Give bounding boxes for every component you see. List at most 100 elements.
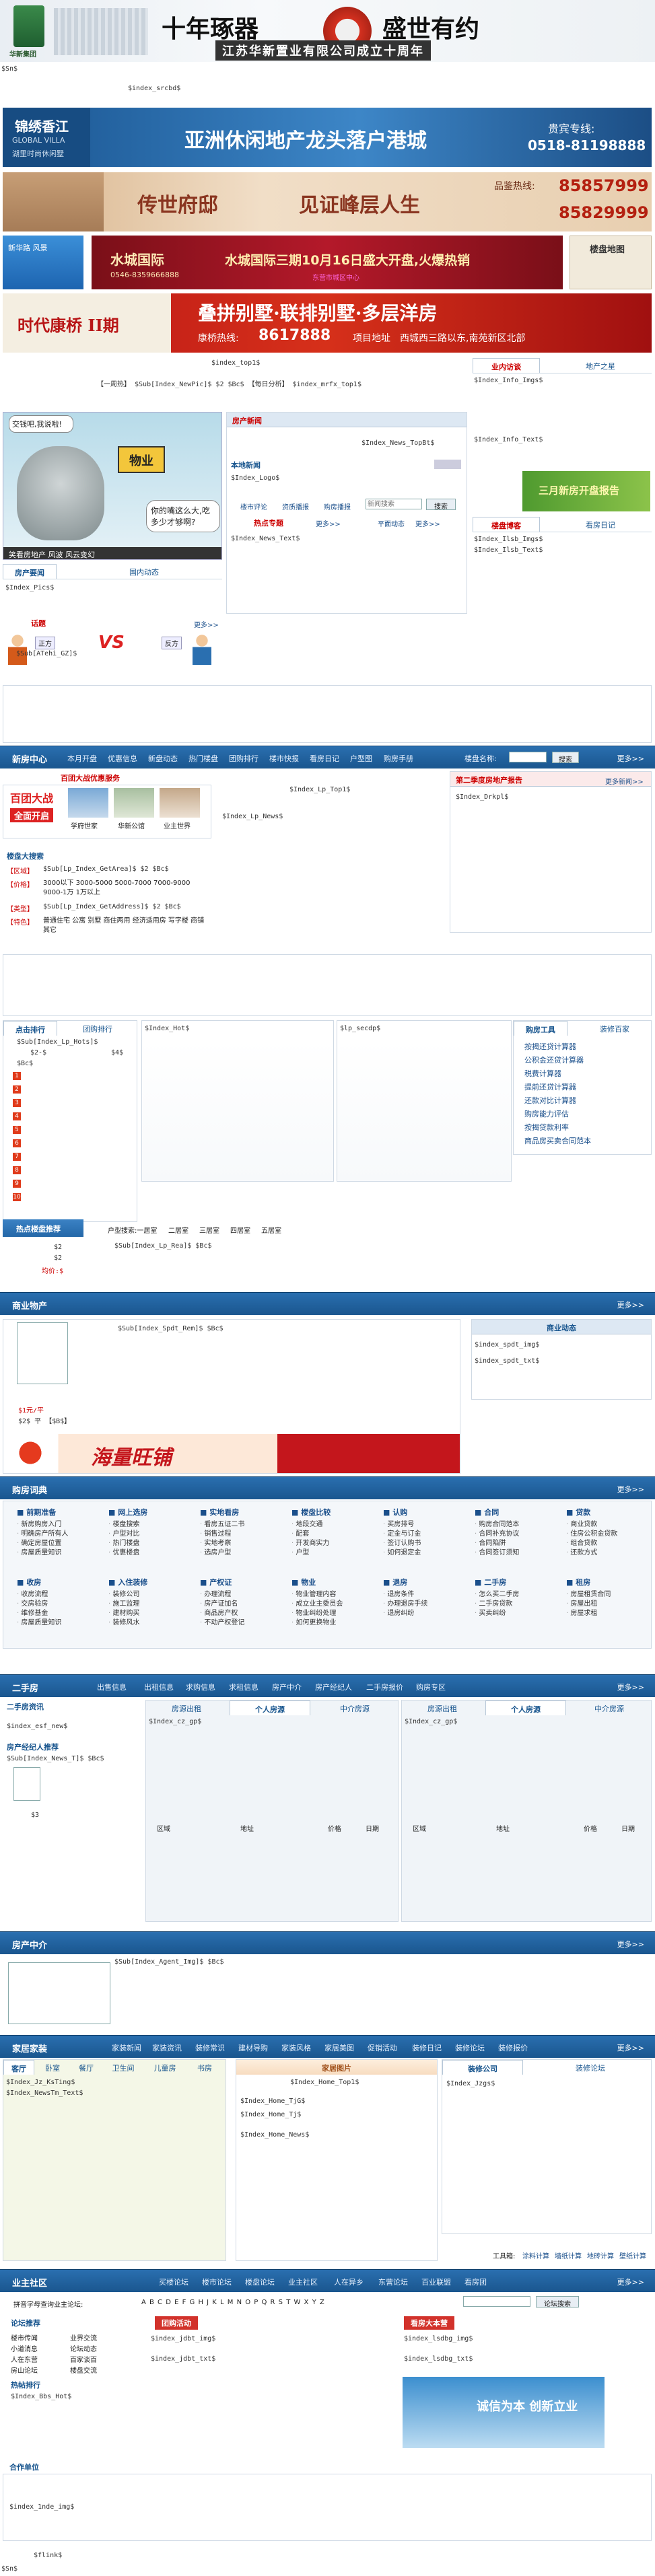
esf-nav-3[interactable]: 求租信息 [229,1682,258,1692]
xinfang-nav-1[interactable]: 优惠信息 [108,753,137,764]
cidian-item[interactable]: 办理流程 [200,1590,301,1600]
huati-more[interactable]: 更多>> [194,619,219,629]
home-tab-2[interactable]: 餐厅 [71,2060,102,2075]
cidian-item[interactable]: 地段交通 [291,1520,392,1530]
esf-tab-d[interactable]: 房源出租 [402,1701,483,1715]
cidian-item[interactable]: 房屋质量知识 [17,1548,118,1558]
esf-tab-c[interactable]: 中介房源 [314,1701,395,1715]
xinfang-search-input[interactable] [509,752,547,762]
tool-link[interactable]: 公积金还贷计算器 [524,1054,584,1065]
bbs-search-input[interactable] [463,2296,530,2307]
cidian-item[interactable]: 热门楼盘 [108,1539,209,1548]
xinfang-more[interactable]: 更多>> [617,753,644,764]
cidian-item[interactable]: 还款方式 [566,1548,655,1558]
esf-tab-b[interactable]: 个人房源 [230,1701,310,1715]
cidian-item[interactable]: 装修公司 [108,1590,209,1600]
cidian-item[interactable]: 新房购房入门 [17,1520,118,1530]
cidian-item[interactable]: 购房合同范本 [475,1520,576,1530]
bbs-item[interactable]: 楼盘交流 [70,2365,97,2375]
bbs-item[interactable]: 百家谈百 [70,2354,97,2364]
home-tool-1[interactable]: 墙纸计算 [555,2250,582,2260]
esf-nav-7[interactable]: 购房专区 [416,1682,446,1692]
cidian-item[interactable]: 配套 [291,1530,392,1539]
shop-banner[interactable]: 海量旺铺 [3,1434,460,1473]
bbs-nav-3[interactable]: 业主社区 [288,2277,318,2287]
cidian-item[interactable]: 住房公积金贷款 [566,1530,655,1539]
news-tab-1[interactable]: 资质播报 [282,501,309,511]
bbs-item[interactable]: 房山论坛 [11,2365,38,2375]
xinfang-nav-6[interactable]: 看房日记 [310,753,339,764]
shangye-more[interactable]: 更多>> [617,1299,644,1310]
cidian-item[interactable]: 二手房贷款 [475,1600,576,1609]
bbs-item[interactable]: 业界交流 [70,2332,97,2342]
xinfang-nav-7[interactable]: 户型图 [350,753,372,764]
home-tab-0[interactable]: 客厅 [3,2060,34,2075]
cidian-item[interactable]: 商业贷款 [566,1520,655,1530]
home-tab-1[interactable]: 卧室 [37,2060,68,2075]
tab-guonei[interactable]: 国内动态 [110,564,178,579]
cidian-item[interactable]: 户型对比 [108,1530,209,1539]
tab-tools[interactable]: 购房工具 [514,1021,567,1036]
cidian-item[interactable]: 交房验房 [17,1600,118,1609]
home-nav-1[interactable]: 家装资讯 [152,2042,182,2053]
cidian-item[interactable]: 开发商实力 [291,1539,392,1548]
bbs-letters[interactable]: A B C D E F G H J K L M N O P Q R S T W … [141,2299,325,2306]
cidian-item[interactable]: 建材购买 [108,1609,209,1618]
hot-topic-more[interactable]: 更多>> [316,518,341,528]
cidian-item[interactable]: 组合贷款 [566,1539,655,1548]
cidian-item[interactable]: 选房户型 [200,1548,301,1558]
cidian-item[interactable]: 合同陷阱 [475,1539,576,1548]
cidian-item[interactable]: 如何更换物业 [291,1618,392,1628]
cidian-item[interactable]: 商品房产权 [200,1609,301,1618]
news-search-input[interactable] [366,499,422,509]
bbs-item[interactable]: 楼市传闻 [11,2332,38,2342]
cidian-item[interactable]: 合同签订须知 [475,1548,576,1558]
lp-sel-2[interactable]: 三居室 [199,1225,219,1235]
cidian-item[interactable]: 楼盘搜索 [108,1520,209,1530]
home-nav-5[interactable]: 家居美图 [324,2042,354,2053]
tpl-getaddress[interactable]: $Sub[Lp_Index_GetAddress]$ $2 $Bc$ [43,903,181,910]
tab-group-rank[interactable]: 团购排行 [71,1021,125,1036]
cidian-item[interactable]: 房屋质量知识 [17,1618,118,1628]
tab-interview[interactable]: 业内访谈 [473,358,540,373]
esf-more[interactable]: 更多>> [617,1682,644,1692]
tab-diary[interactable]: 看房日记 [567,517,634,532]
bbs-nav-2[interactable]: 楼盘论坛 [245,2277,275,2287]
xinfang-nav-4[interactable]: 团购排行 [229,753,258,764]
cidian-item[interactable]: 看房五证二书 [200,1520,301,1530]
xf-row-feature-values[interactable]: 普通住宅 公寓 别墅 商住两用 经济适用房 写字楼 商铺 其它 [43,917,207,935]
xinfang-nav-2[interactable]: 新盘动态 [148,753,178,764]
tool-link[interactable]: 还款对比计算器 [524,1095,576,1106]
bbs-nav-7[interactable]: 看房团 [464,2277,487,2287]
cidian-item[interactable]: 房屋出租 [566,1600,655,1609]
cidian-item[interactable]: 办理退房手续 [383,1600,484,1609]
cidian-item[interactable]: 维修基金 [17,1609,118,1618]
shop-thumb[interactable] [17,1322,68,1384]
bbs-right-banner[interactable]: 诚信为本 创新立业 [403,2377,605,2448]
xinfang-search-button[interactable]: 搜索 [552,752,579,764]
tpl-getarea[interactable]: $Sub[Lp_Index_GetArea]$ $2 $Bc$ [43,865,169,873]
ad-banner-3[interactable]: 新华路 风景 水城国际 0546-8359666888 水城国际三期10月16日… [3,236,652,289]
tpl-newrow[interactable]: 【一周热】 $Sub[Index_NewPic]$ $2 $Bc$ 【每日分析】… [97,378,361,388]
xf-thumb-1-label[interactable]: 学府世家 [71,820,98,830]
home-right-tab-2[interactable]: 装修论坛 [550,2060,631,2075]
home-nav-0[interactable]: 家装新闻 [112,2042,141,2053]
flat-news-more[interactable]: 更多>> [415,518,440,528]
cidian-item[interactable]: 明确房产所有人 [17,1530,118,1539]
xf-right-more[interactable]: 更多新闻>> [605,776,644,786]
cidian-more[interactable]: 更多>> [617,1484,644,1495]
bbs-item[interactable]: 人在东营 [11,2354,38,2364]
home-nav-7[interactable]: 装修日记 [412,2042,442,2053]
tab-fangchan-yaowen[interactable]: 房产要闻 [3,564,57,579]
xinfang-nav-8[interactable]: 购房手册 [384,753,413,764]
lp-sel-0[interactable]: 户型搜索:一居室 [108,1225,157,1235]
bbs-nav-1[interactable]: 楼市论坛 [202,2277,232,2287]
ad-banner-2[interactable]: 传世府邸 见证峰层人生 品鉴热线: 85857999 85829999 [3,172,652,231]
xinfang-nav-3[interactable]: 热门楼盘 [188,753,218,764]
xinfang-nav-5[interactable]: 楼市快报 [269,753,299,764]
cidian-item[interactable]: 怎么买二手房 [475,1590,576,1600]
cidian-item[interactable]: 房屋求租 [566,1609,655,1618]
home-tool-3[interactable]: 壁纸计算 [619,2250,646,2260]
esf-nav-6[interactable]: 二手房报价 [366,1682,403,1692]
cidian-item[interactable]: 定金与订金 [383,1530,484,1539]
